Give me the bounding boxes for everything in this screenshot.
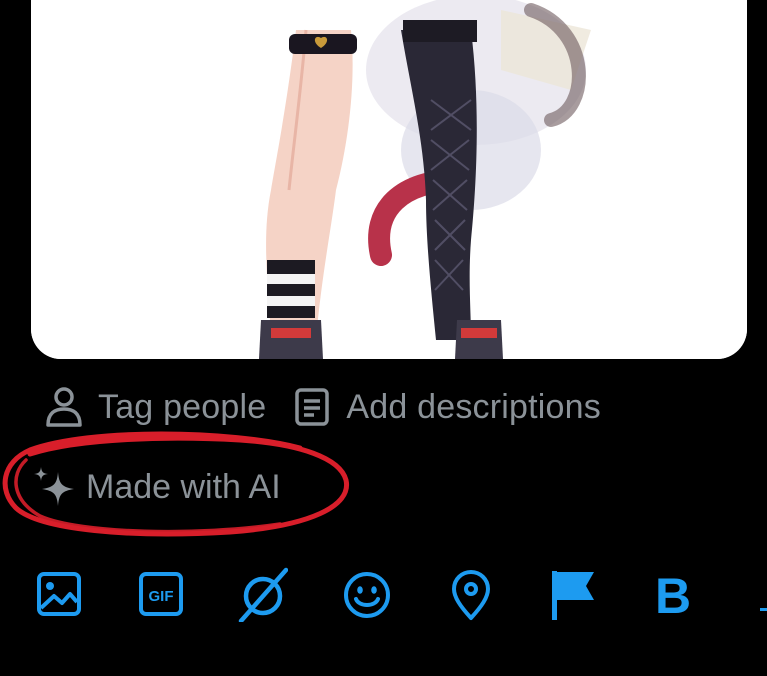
gif-icon: GIF: [139, 572, 183, 616]
image-icon: [37, 572, 81, 616]
media-button[interactable]: [34, 566, 84, 622]
location-pin-icon: [452, 570, 490, 620]
location-button[interactable]: [446, 566, 496, 622]
more-tools-indicator[interactable]: [760, 608, 767, 611]
bold-button[interactable]: B: [655, 568, 691, 624]
flag-button[interactable]: [548, 566, 598, 622]
grok-icon: [238, 567, 289, 624]
media-image: [31, 0, 747, 359]
smiley-icon: [344, 572, 390, 618]
gif-icon-text: GIF: [149, 588, 174, 605]
media-preview[interactable]: [31, 0, 747, 359]
emoji-button[interactable]: [342, 566, 392, 622]
add-descriptions-label: Add descriptions: [346, 387, 601, 426]
grok-button[interactable]: [238, 566, 289, 624]
annotation-ellipse: [2, 431, 350, 537]
flag-icon: [552, 571, 594, 620]
composer-toolbar: GIF B: [0, 566, 767, 626]
gif-button[interactable]: GIF: [136, 566, 186, 622]
